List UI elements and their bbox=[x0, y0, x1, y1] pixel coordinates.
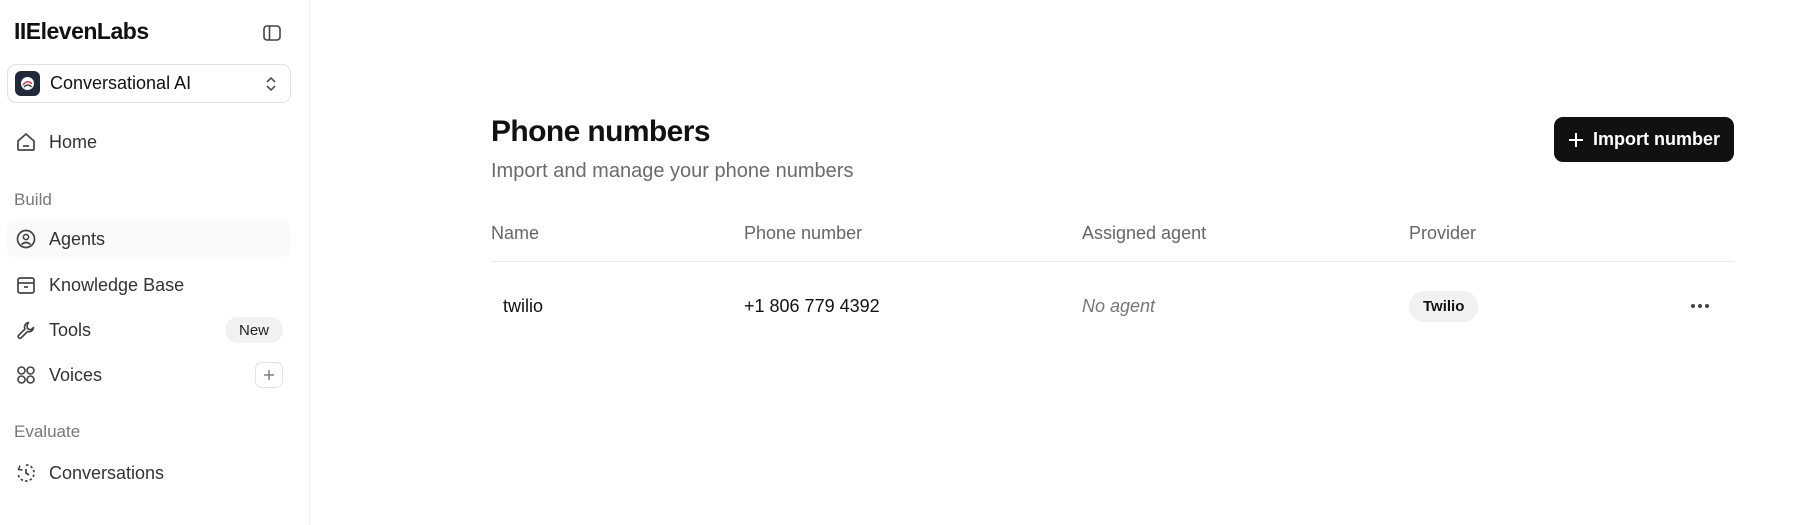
import-number-button[interactable]: Import number bbox=[1554, 117, 1734, 162]
cell-phone-number: +1 806 779 4392 bbox=[744, 296, 880, 316]
column-header-phone-number[interactable]: Phone number bbox=[744, 223, 862, 244]
workspace-avatar bbox=[15, 71, 40, 96]
column-header-provider[interactable]: Provider bbox=[1409, 223, 1476, 244]
provider-badge: Twilio bbox=[1409, 291, 1479, 322]
plus-icon bbox=[1568, 132, 1583, 147]
new-badge: New bbox=[224, 317, 283, 343]
sidebar-item-knowledge-base[interactable]: Knowledge Base bbox=[7, 267, 291, 303]
sidebar-item-home[interactable]: Home bbox=[7, 124, 291, 160]
sidebar-item-voices[interactable]: Voices bbox=[7, 357, 291, 393]
workspace-selector[interactable]: Conversational AI bbox=[7, 64, 291, 103]
section-label-build: Build bbox=[14, 190, 52, 209]
workspace-label: Conversational AI bbox=[50, 73, 192, 93]
page-title: Phone numbers bbox=[491, 115, 711, 148]
add-voice-button[interactable] bbox=[255, 362, 283, 388]
plus-icon bbox=[264, 370, 274, 380]
home-icon bbox=[14, 130, 38, 154]
sidebar-item-agents[interactable]: Agents bbox=[7, 221, 291, 257]
voices-icon bbox=[14, 363, 38, 387]
sidebar-item-label: Tools bbox=[49, 319, 92, 340]
column-header-assigned-agent[interactable]: Assigned agent bbox=[1082, 223, 1206, 244]
agent-icon bbox=[14, 227, 38, 251]
folder-icon bbox=[14, 273, 38, 297]
section-label-evaluate: Evaluate bbox=[14, 422, 81, 441]
table-divider bbox=[491, 261, 1734, 262]
sidebar-item-label: Knowledge Base bbox=[49, 274, 185, 295]
more-options-icon[interactable] bbox=[1686, 296, 1714, 316]
column-header-name[interactable]: Name bbox=[491, 223, 539, 244]
import-number-label: Import number bbox=[1592, 129, 1720, 149]
sidebar: IIElevenLabs Conversational AI Home Buil… bbox=[0, 0, 310, 525]
logo: IIElevenLabs bbox=[14, 18, 149, 44]
history-icon bbox=[14, 461, 38, 485]
cell-name: twilio bbox=[503, 296, 544, 316]
sidebar-item-label: Conversations bbox=[49, 462, 165, 483]
sidebar-item-tools[interactable]: Tools New bbox=[7, 312, 291, 348]
sidebar-item-label: Voices bbox=[49, 364, 103, 385]
sidebar-toggle-icon[interactable] bbox=[262, 23, 282, 43]
page-subtitle: Import and manage your phone numbers bbox=[491, 160, 854, 182]
sidebar-item-label: Home bbox=[49, 131, 98, 152]
sidebar-item-conversations[interactable]: Conversations bbox=[7, 455, 291, 491]
wrench-icon bbox=[14, 318, 38, 342]
cell-assigned-agent: No agent bbox=[1082, 296, 1156, 316]
chevron-up-down-icon bbox=[264, 74, 278, 94]
sidebar-item-label: Agents bbox=[49, 228, 106, 249]
